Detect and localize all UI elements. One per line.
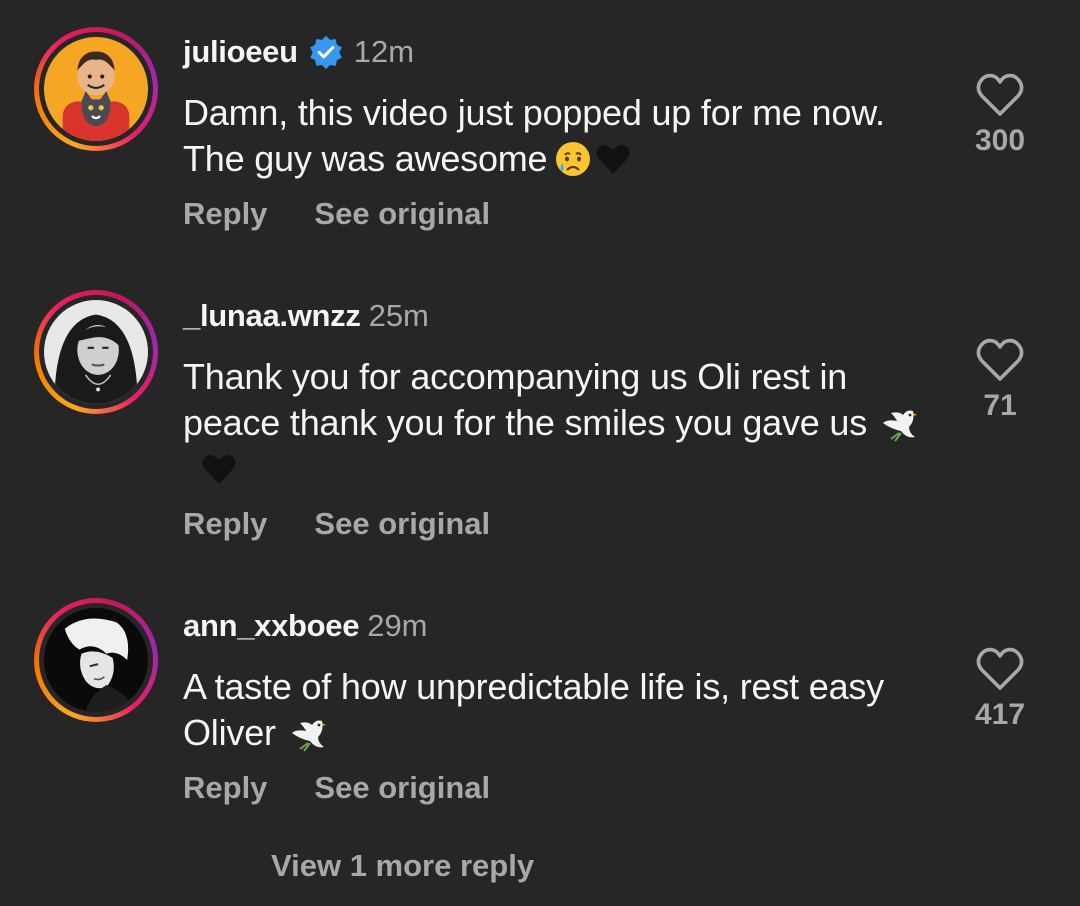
username[interactable]: ann_xxboee: [183, 606, 360, 646]
like-heart-icon[interactable]: [975, 72, 1025, 118]
reply-button[interactable]: Reply: [183, 768, 267, 808]
comment-text-block: Damn, this video just popped up for me n…: [183, 90, 923, 182]
see-original-button[interactable]: See original: [314, 504, 490, 544]
comment-time: 29m: [367, 608, 428, 643]
see-original-button[interactable]: See original: [314, 768, 490, 808]
comment-actions: Reply See original: [183, 194, 490, 234]
avatar[interactable]: [44, 608, 148, 712]
dove-emoji-icon: [288, 713, 328, 753]
like-count: 417: [974, 698, 1026, 731]
comment-time: 12m: [353, 34, 415, 69]
see-original-button[interactable]: See original: [314, 194, 490, 234]
comment-text-block: A taste of how unpredictable life is, re…: [183, 664, 923, 756]
comment-text: Damn, this video just popped up for me n…: [183, 92, 885, 179]
avatar-cartoon-man-with-cat: [44, 37, 148, 141]
username[interactable]: _lunaa.wnzz: [183, 296, 361, 336]
comment-text-block: Thank you for accompanying us Oli rest i…: [183, 354, 923, 492]
avatar-story-ring[interactable]: [34, 27, 158, 151]
avatar[interactable]: [44, 300, 148, 404]
like-control: 300: [960, 72, 1040, 158]
like-heart-icon[interactable]: [975, 646, 1025, 692]
comment-actions: Reply See original: [183, 768, 490, 808]
verified-badge-icon: [308, 34, 344, 70]
comment-header: ann_xxboee 29m: [183, 606, 428, 646]
comments-list: julioeeu 12m Damn, this video just poppe…: [0, 0, 1080, 906]
like-heart-icon[interactable]: [975, 337, 1025, 383]
black-heart-emoji-icon: [593, 139, 633, 179]
like-count: 300: [974, 124, 1026, 157]
like-control: 71: [960, 337, 1040, 423]
reply-button[interactable]: Reply: [183, 194, 267, 234]
view-more-replies-button[interactable]: View 1 more reply: [271, 846, 534, 886]
crying-face-emoji-icon: [553, 139, 593, 179]
like-control: 417: [960, 646, 1040, 732]
avatar[interactable]: [44, 37, 148, 141]
comment-text: Thank you for accompanying us Oli rest i…: [183, 356, 868, 443]
comment-time: 25m: [368, 298, 429, 333]
avatar-story-ring[interactable]: [34, 598, 158, 722]
dove-emoji-icon: [879, 403, 919, 443]
comment-header: julioeeu 12m: [183, 32, 414, 72]
avatar-bw-portrait: [44, 300, 148, 404]
avatar-anime-character: [44, 608, 148, 712]
avatar-story-ring[interactable]: [34, 290, 158, 414]
username[interactable]: julioeeu: [183, 32, 298, 72]
reply-button[interactable]: Reply: [183, 504, 267, 544]
comment-actions: Reply See original: [183, 504, 490, 544]
black-heart-emoji-icon: [199, 449, 239, 489]
comment-header: _lunaa.wnzz 25m: [183, 296, 429, 336]
like-count: 71: [983, 389, 1017, 422]
